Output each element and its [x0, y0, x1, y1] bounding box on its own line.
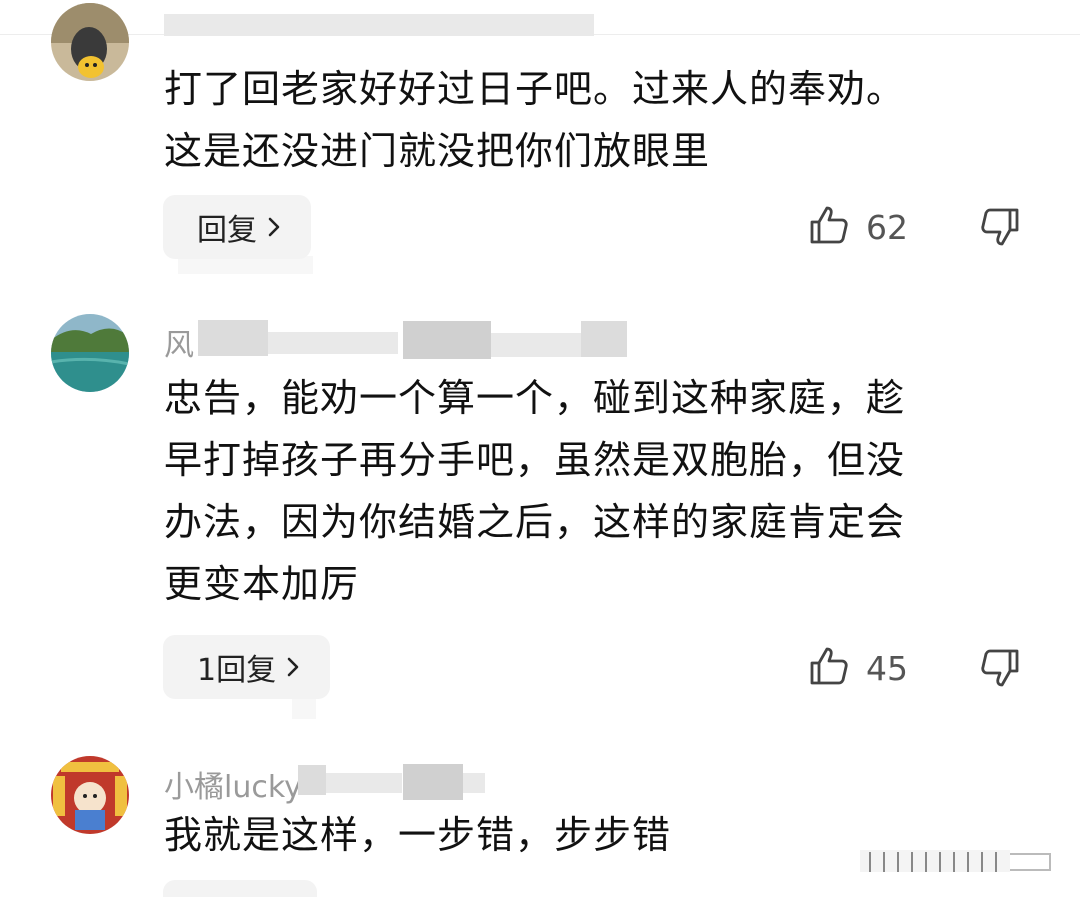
- avatar[interactable]: [51, 756, 129, 834]
- redacted-username: [463, 773, 485, 793]
- comment-item-3: 小橘lucky 我就是这样，一步错，步步错: [0, 0, 1080, 897]
- redacted-username: [403, 764, 463, 800]
- reply-button[interactable]: [163, 880, 317, 897]
- watermark: [860, 846, 1060, 876]
- redacted-username: [326, 773, 402, 793]
- username[interactable]: 小橘lucky: [164, 762, 302, 806]
- redacted-username: [298, 765, 326, 795]
